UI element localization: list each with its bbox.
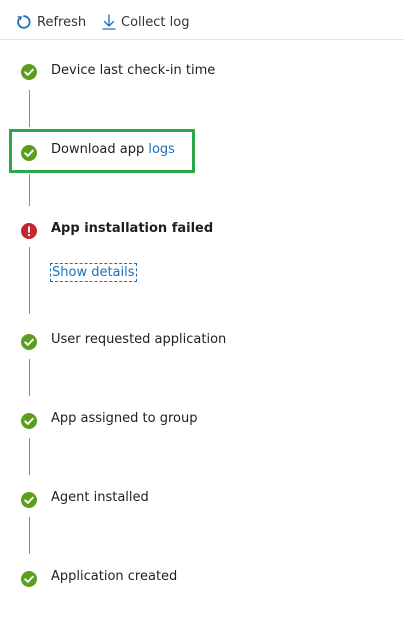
step-label-user-requested: User requested application (51, 332, 227, 347)
step-label-agent-installed: Agent installed (51, 490, 149, 505)
step-label-download-app-logs: Download app logs (51, 141, 175, 159)
check-circle-icon (21, 334, 37, 350)
step-label-app-created: Application created (51, 569, 178, 584)
timeline-connector (29, 174, 30, 206)
step-label-text: Download app (51, 142, 149, 157)
timeline-connector (29, 247, 30, 314)
download-arrow-icon (102, 14, 116, 30)
refresh-icon (16, 14, 32, 30)
collect-log-label: Collect log (121, 14, 190, 30)
step-label-device-checkin: Device last check-in time (51, 63, 216, 78)
timeline-connector (29, 517, 30, 554)
check-circle-icon (21, 571, 37, 587)
timeline-connector (29, 90, 30, 127)
check-circle-icon (21, 413, 37, 429)
check-circle-icon (21, 64, 37, 80)
timeline-connector (29, 438, 30, 475)
refresh-button[interactable]: Refresh (16, 11, 86, 33)
refresh-label: Refresh (37, 14, 87, 30)
step-label-install-failed: App installation failed (51, 221, 214, 236)
collect-log-button[interactable]: Collect log (102, 11, 189, 33)
timeline-connector (29, 359, 30, 396)
check-circle-icon (21, 492, 37, 508)
check-circle-icon (21, 145, 37, 161)
toolbar: Refresh Collect log (0, 0, 404, 40)
show-details-link[interactable]: Show details (50, 263, 137, 282)
step-label-app-assigned: App assigned to group (51, 411, 198, 426)
exclamation-circle-icon (21, 223, 37, 239)
logs-link[interactable]: logs (148, 142, 175, 157)
